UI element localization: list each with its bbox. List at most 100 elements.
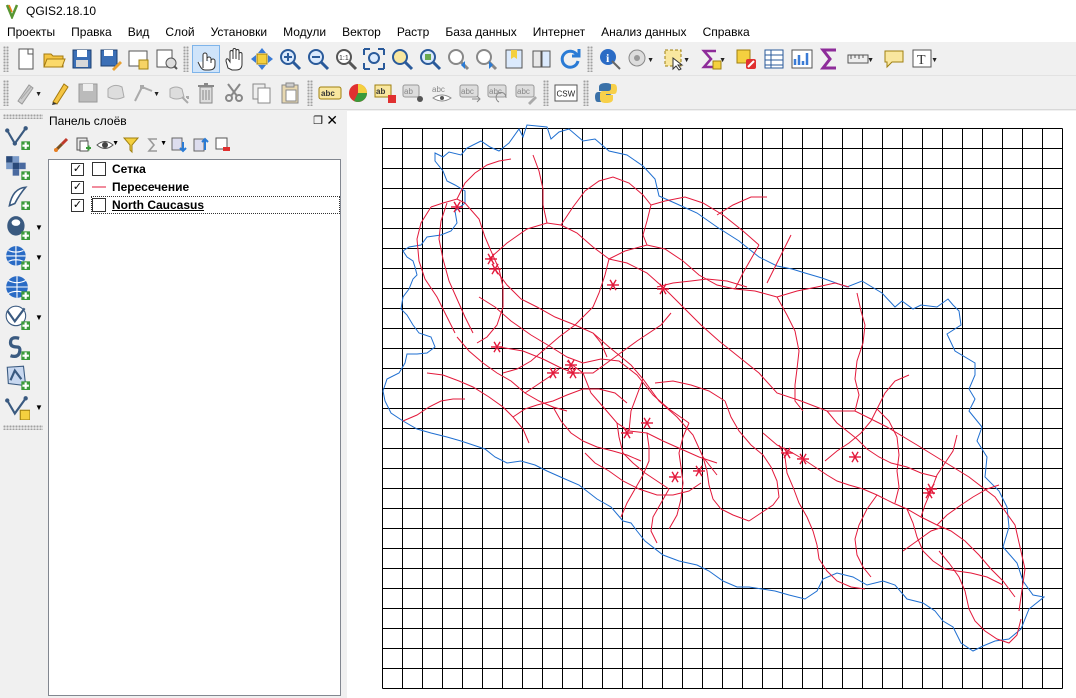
field-calculator-button[interactable] bbox=[816, 45, 844, 73]
toggle-editing-button[interactable] bbox=[46, 79, 74, 107]
menu-item[interactable]: Слой bbox=[157, 22, 202, 42]
toolbar-grip[interactable] bbox=[543, 79, 549, 106]
close-panel-icon[interactable]: ✕ bbox=[326, 112, 338, 129]
identify-button[interactable]: i bbox=[596, 45, 624, 73]
add-virtual-layer-button[interactable] bbox=[0, 362, 40, 392]
node-tool-button[interactable]: ▼ bbox=[130, 79, 160, 107]
add-wfs-layer-button[interactable]: ▼ bbox=[0, 302, 43, 332]
open-project-button[interactable] bbox=[40, 45, 68, 73]
toolbar-grip[interactable] bbox=[583, 79, 589, 106]
change-label-button[interactable]: abc bbox=[512, 79, 540, 107]
dropdown-arrow-icon[interactable]: ▼ bbox=[35, 91, 42, 98]
dropdown-arrow-icon[interactable]: ▼ bbox=[683, 57, 690, 64]
show-bookmarks-button[interactable] bbox=[528, 45, 556, 73]
layer-diagram-button[interactable] bbox=[344, 79, 372, 107]
new-shapefile-layer-button[interactable]: ▼ bbox=[0, 392, 43, 422]
menu-item[interactable]: Правка bbox=[63, 22, 120, 42]
menu-item[interactable]: Модули bbox=[275, 22, 334, 42]
rotate-label-button[interactable]: abc bbox=[484, 79, 512, 107]
menu-item[interactable]: Проекты bbox=[0, 22, 63, 42]
filter-legend-button[interactable] bbox=[120, 134, 142, 156]
text-annotation-button[interactable]: T ▼ bbox=[908, 45, 938, 73]
csw-button[interactable]: CSW bbox=[552, 79, 580, 107]
pan-to-selection-button[interactable] bbox=[248, 45, 276, 73]
zoom-full-button[interactable] bbox=[360, 45, 388, 73]
layer-visibility-checkbox[interactable]: ✓ bbox=[71, 198, 84, 212]
add-vector-layer-button[interactable] bbox=[0, 122, 40, 152]
toolbar-grip[interactable] bbox=[307, 79, 313, 106]
menu-item[interactable]: Вектор bbox=[334, 22, 389, 42]
toolbar-grip[interactable] bbox=[3, 114, 43, 119]
map-canvas[interactable] bbox=[347, 111, 1076, 698]
menu-item[interactable]: Интернет bbox=[525, 22, 593, 42]
save-as-button[interactable] bbox=[96, 45, 124, 73]
collapse-all-button[interactable] bbox=[190, 134, 212, 156]
toolbar-grip[interactable] bbox=[3, 425, 43, 430]
dropdown-arrow-icon[interactable]: ▼ bbox=[647, 57, 654, 64]
delete-selected-button[interactable] bbox=[192, 79, 220, 107]
measure-button[interactable]: ▼ bbox=[844, 45, 874, 73]
layer-row[interactable]: ✓ North Caucasus bbox=[71, 196, 340, 214]
statistical-summary-button[interactable] bbox=[788, 45, 816, 73]
pan-button[interactable] bbox=[220, 45, 248, 73]
select-by-expression-button[interactable]: ▼ bbox=[696, 45, 726, 73]
zoom-out-button[interactable] bbox=[304, 45, 332, 73]
highlight-pinned-labels-button[interactable]: ab bbox=[372, 79, 400, 107]
show-hide-labels-button[interactable]: abc bbox=[428, 79, 456, 107]
new-project-button[interactable] bbox=[12, 45, 40, 73]
save-edits-button[interactable] bbox=[74, 79, 102, 107]
zoom-in-button[interactable] bbox=[276, 45, 304, 73]
layer-row[interactable]: ✓ Сетка bbox=[49, 160, 340, 178]
open-attribute-table-button[interactable] bbox=[760, 45, 788, 73]
zoom-last-button[interactable] bbox=[444, 45, 472, 73]
new-bookmark-button[interactable] bbox=[500, 45, 528, 73]
select-features-button[interactable]: ▼ bbox=[660, 45, 690, 73]
menu-item[interactable]: База данных bbox=[437, 22, 524, 42]
toolbar-grip[interactable] bbox=[3, 45, 9, 72]
map-tips-button[interactable] bbox=[880, 45, 908, 73]
dropdown-arrow-icon[interactable]: ▼ bbox=[35, 313, 43, 322]
move-feature-button[interactable] bbox=[164, 79, 192, 107]
layer-row[interactable]: ✓ Пересечение bbox=[49, 178, 340, 196]
dropdown-arrow-icon[interactable]: ▼ bbox=[35, 253, 43, 262]
move-label-button[interactable]: abc bbox=[456, 79, 484, 107]
python-console-button[interactable] bbox=[592, 79, 620, 107]
menu-item[interactable]: Анализ данных bbox=[593, 22, 694, 42]
add-group-button[interactable] bbox=[72, 134, 94, 156]
touch-zoom-button[interactable] bbox=[192, 44, 220, 73]
menu-item[interactable]: Растр bbox=[389, 22, 437, 42]
cut-features-button[interactable] bbox=[220, 79, 248, 107]
add-feature-button[interactable] bbox=[102, 79, 130, 107]
manage-map-themes-button[interactable]: ▼ bbox=[94, 134, 119, 156]
remove-layer-button[interactable] bbox=[212, 134, 234, 156]
add-raster-layer-button[interactable] bbox=[0, 152, 40, 182]
float-panel-icon[interactable]: ❐ bbox=[313, 114, 323, 127]
add-spatialite-layer-button[interactable] bbox=[0, 332, 40, 362]
copy-features-button[interactable] bbox=[248, 79, 276, 107]
dropdown-arrow-icon[interactable]: ▼ bbox=[867, 57, 874, 64]
zoom-native-button[interactable]: 1:1 bbox=[332, 45, 360, 73]
toolbar-grip[interactable] bbox=[3, 79, 9, 106]
style-manager-button[interactable] bbox=[50, 134, 72, 156]
dropdown-arrow-icon[interactable]: ▼ bbox=[35, 403, 43, 412]
dropdown-arrow-icon[interactable]: ▼ bbox=[153, 91, 160, 98]
pin-labels-button[interactable]: ab bbox=[400, 79, 428, 107]
layer-labeling-button[interactable]: abc bbox=[316, 79, 344, 107]
menu-item[interactable]: Установки bbox=[203, 22, 275, 42]
add-postgis-layer-button[interactable]: ▼ bbox=[0, 212, 43, 242]
layer-visibility-checkbox[interactable]: ✓ bbox=[71, 180, 84, 194]
zoom-to-layer-button[interactable] bbox=[416, 45, 444, 73]
toolbar-grip[interactable] bbox=[183, 45, 189, 72]
dropdown-arrow-icon[interactable]: ▼ bbox=[719, 57, 726, 64]
run-action-button[interactable]: ▼ bbox=[624, 45, 654, 73]
save-project-button[interactable] bbox=[68, 45, 96, 73]
zoom-next-button[interactable] bbox=[472, 45, 500, 73]
menu-item[interactable]: Вид bbox=[120, 22, 158, 42]
refresh-button[interactable] bbox=[556, 45, 584, 73]
current-edits-button[interactable]: ▼ bbox=[12, 79, 42, 107]
composer-manager-button[interactable] bbox=[152, 45, 180, 73]
menu-item[interactable]: Справка bbox=[695, 22, 758, 42]
deselect-button[interactable] bbox=[732, 45, 760, 73]
add-wms-layer-button[interactable]: ▼ bbox=[0, 242, 43, 272]
layer-visibility-checkbox[interactable]: ✓ bbox=[71, 162, 84, 176]
